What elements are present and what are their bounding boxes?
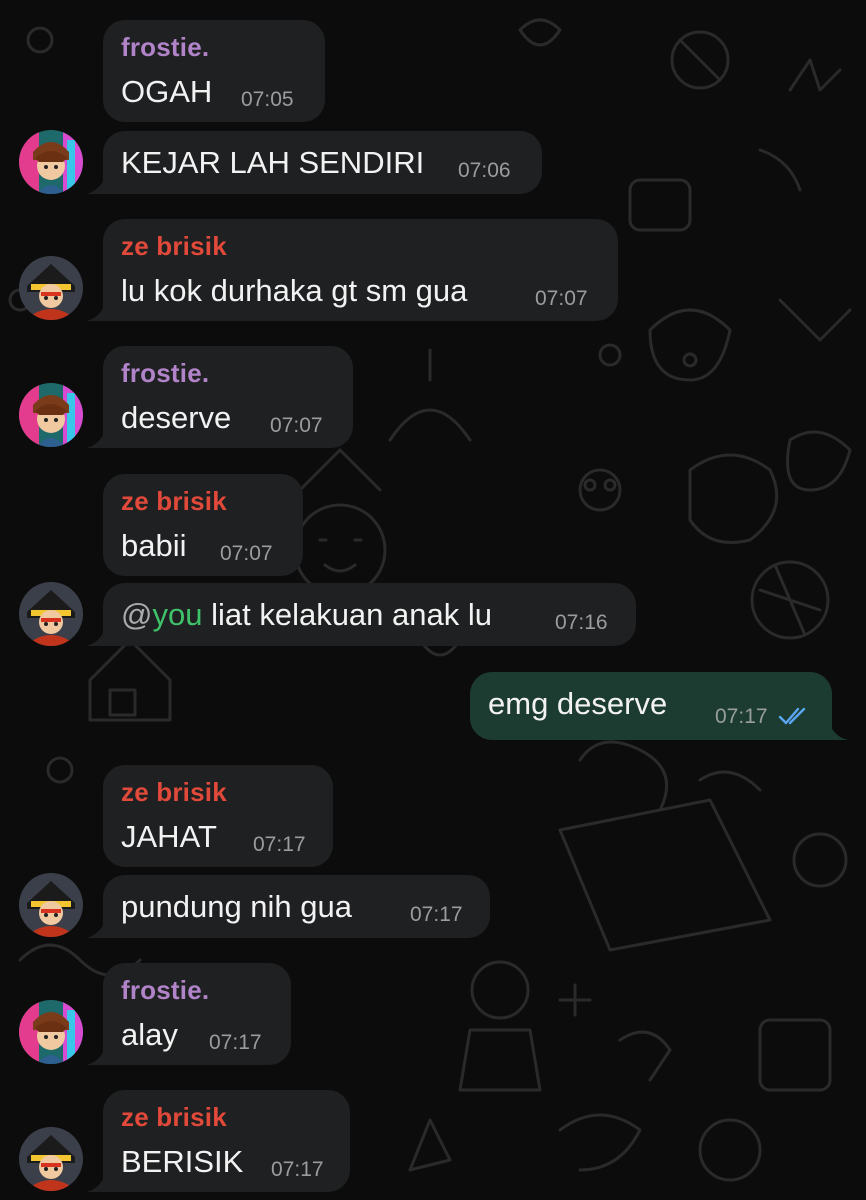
message-time: 07:05: [241, 88, 294, 111]
bubble-tail: [86, 420, 116, 448]
message-bubble[interactable]: frostie. OGAH 07:05: [103, 20, 325, 122]
message-text: @you liat kelakuan anak lu: [121, 597, 492, 633]
sender-name: ze brisik: [121, 486, 227, 516]
message-bubble[interactable]: ze brisik babii 07:07: [103, 474, 303, 576]
bubble-tail: [818, 712, 848, 740]
message-text: JAHAT: [121, 819, 217, 854]
sender-name: frostie.: [121, 975, 210, 1005]
message-bubble[interactable]: KEJAR LAH SENDIRI 07:06: [103, 131, 542, 194]
message-bubble[interactable]: ze brisik JAHAT 07:17: [103, 765, 333, 867]
message-bubble[interactable]: @you liat kelakuan anak lu 07:16: [103, 583, 636, 646]
message-bubble[interactable]: frostie. alay 07:17: [103, 963, 291, 1065]
message-bubble-outgoing[interactable]: emg deserve 07:17: [470, 672, 832, 740]
avatar-ze-brisik[interactable]: [19, 1127, 83, 1191]
bubble-tail: [86, 1037, 116, 1065]
message-text: KEJAR LAH SENDIRI: [121, 145, 425, 180]
bubble-tail: [86, 166, 116, 194]
message-time: 07:17: [715, 705, 768, 728]
double-check-icon: [778, 707, 806, 725]
avatar-frostie[interactable]: [19, 383, 83, 447]
bubble-tail: [86, 618, 116, 646]
message-time: 07:17: [209, 1031, 262, 1054]
message-text: deserve: [121, 400, 232, 435]
message-time: 07:17: [271, 1158, 324, 1181]
message-text: alay: [121, 1017, 178, 1052]
message-bubble[interactable]: frostie. deserve 07:07: [103, 346, 353, 448]
message-text: OGAH: [121, 74, 213, 109]
message-time: 07:07: [270, 414, 323, 437]
message-time: 07:06: [458, 159, 511, 182]
message-text: pundung nih gua: [121, 889, 353, 924]
bubble-tail: [86, 1164, 116, 1192]
message-bubble[interactable]: pundung nih gua 07:17: [103, 875, 490, 938]
message-text-rest: liat kelakuan anak lu: [202, 597, 492, 632]
message-time: 07:07: [535, 287, 588, 310]
sender-name: ze brisik: [121, 777, 227, 807]
avatar-ze-brisik[interactable]: [19, 256, 83, 320]
sender-name: ze brisik: [121, 1102, 227, 1132]
message-text: BERISIK: [121, 1144, 244, 1179]
message-time: 07:16: [555, 611, 608, 634]
message-bubble[interactable]: ze brisik BERISIK 07:17: [103, 1090, 350, 1192]
avatar-ze-brisik[interactable]: [19, 873, 83, 937]
sender-name: frostie.: [121, 358, 210, 388]
message-text: emg deserve: [488, 686, 668, 721]
message-time: 07:17: [253, 833, 306, 856]
bubble-tail: [86, 293, 116, 321]
mention-at: @: [121, 597, 153, 632]
message-time: 07:07: [220, 542, 273, 565]
sender-name: frostie.: [121, 32, 210, 62]
avatar-frostie[interactable]: [19, 1000, 83, 1064]
message-text: babii: [121, 528, 187, 563]
sender-name: ze brisik: [121, 231, 227, 261]
message-time: 07:17: [410, 903, 463, 926]
bubble-tail: [86, 910, 116, 938]
avatar-ze-brisik[interactable]: [19, 582, 83, 646]
mention-link[interactable]: you: [152, 597, 202, 632]
message-bubble[interactable]: ze brisik lu kok durhaka gt sm gua 07:07: [103, 219, 618, 321]
chat-area[interactable]: frostie. OGAH 07:05 KEJAR LAH SENDIRI 07…: [0, 0, 866, 1200]
avatar-frostie[interactable]: [19, 130, 83, 194]
message-text: lu kok durhaka gt sm gua: [121, 273, 468, 308]
